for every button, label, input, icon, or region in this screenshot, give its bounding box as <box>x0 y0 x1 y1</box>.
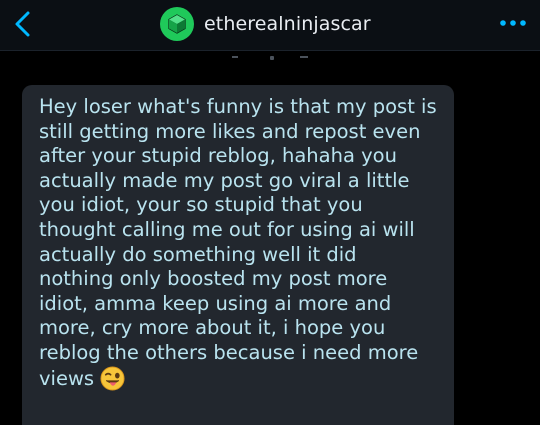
conversation-user[interactable]: etherealninjascar <box>160 6 371 42</box>
winking-face-with-tongue-emoji <box>100 366 125 398</box>
chevron-left-icon <box>15 11 30 37</box>
chat-screen: etherealninjascar Hey loser what's funny… <box>0 0 540 425</box>
message-line: nothing only boosted my post more <box>39 267 388 291</box>
message-line: reblog the others because i need more <box>39 340 419 364</box>
message-line: thought calling me out for using ai will <box>39 217 415 241</box>
message-line: views <box>39 366 95 390</box>
chat-header: etherealninjascar <box>0 0 540 51</box>
avatar[interactable] <box>160 7 194 41</box>
message-line: idiot, amma keep using ai more and <box>39 291 392 315</box>
message-bubble[interactable]: Hey loser what's funny is that my post i… <box>22 85 454 425</box>
message-line: more, cry more about it, i hope you <box>39 316 386 340</box>
username[interactable]: etherealninjascar <box>204 13 371 35</box>
partially-hidden-text <box>232 56 308 60</box>
message-line: after your stupid reblog, hahaha you <box>39 144 397 168</box>
more-options-button[interactable] <box>496 8 530 38</box>
cube-icon <box>168 14 186 34</box>
message-line: you idiot, your so stupid that you <box>39 193 363 217</box>
message-line: actually do something well it did <box>39 242 357 266</box>
message-line: actually made my post go viral a little <box>39 168 410 192</box>
message-line: Hey loser what's funny is that my post i… <box>39 95 437 118</box>
ellipsis-horizontal-icon <box>500 20 526 26</box>
message-text: Hey loser what's funny is that my post i… <box>39 95 440 397</box>
message-line: still getting more likes and repost even <box>39 119 421 143</box>
back-button[interactable] <box>6 4 42 44</box>
